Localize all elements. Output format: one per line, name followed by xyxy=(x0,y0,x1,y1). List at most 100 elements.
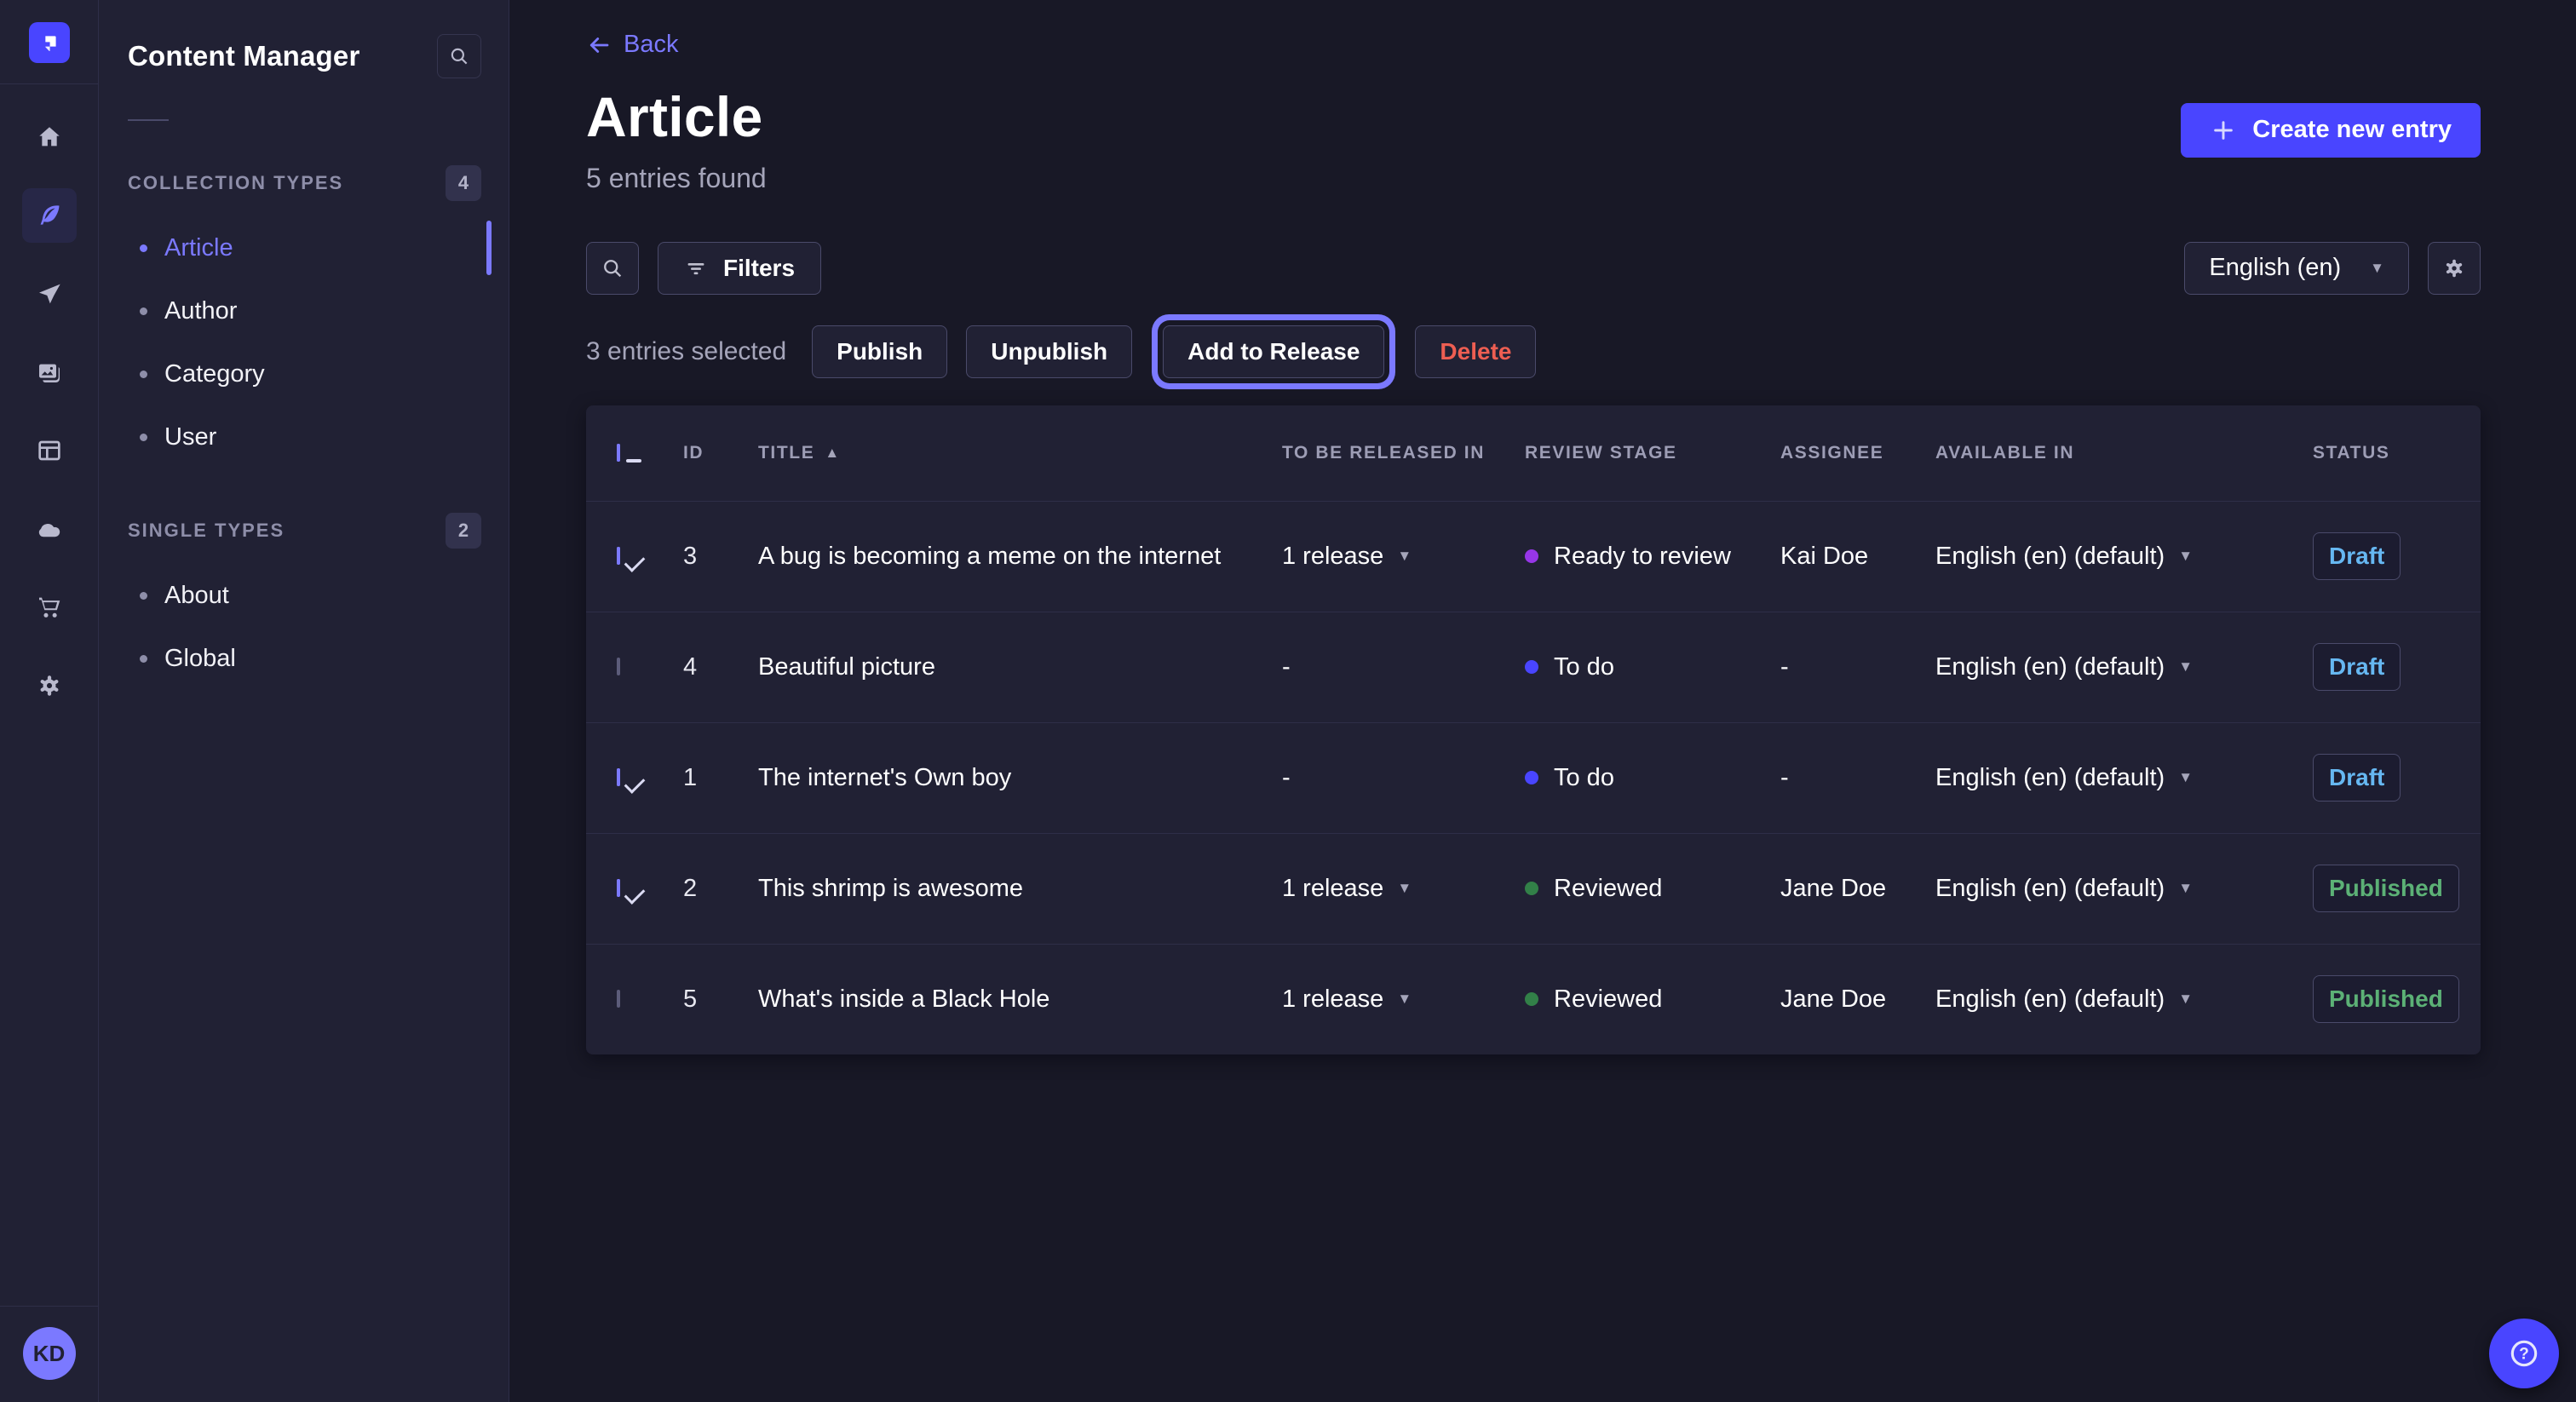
locale-select[interactable]: English (en) ▼ xyxy=(2184,242,2409,295)
table-row[interactable]: 4 Beautiful picture - To do - English (e… xyxy=(586,612,2481,722)
subnav-item-about[interactable]: About xyxy=(128,564,481,627)
table-row[interactable]: 2 This shrimp is awesome 1 release▼ Revi… xyxy=(586,833,2481,944)
caret-down-icon: ▼ xyxy=(1397,991,1412,1008)
available-in-dropdown[interactable]: English (en) (default)▼ xyxy=(1935,985,2313,1014)
table-row[interactable]: 5 What's inside a Black Hole 1 release▼ … xyxy=(586,944,2481,1054)
cell-review-stage: Reviewed xyxy=(1525,985,1780,1014)
cloud-icon[interactable] xyxy=(22,502,77,556)
media-images-icon[interactable] xyxy=(22,345,77,399)
logo-section xyxy=(0,0,98,84)
caret-down-icon: ▼ xyxy=(2178,991,2193,1008)
page-title: Article xyxy=(586,84,767,149)
caret-down-icon: ▼ xyxy=(2178,769,2193,786)
cell-title: A bug is becoming a meme on the internet xyxy=(758,543,1282,571)
table-row[interactable]: 1 The internet's Own boy - To do - Engli… xyxy=(586,722,2481,833)
cell-release: - xyxy=(1282,764,1525,792)
column-header-status: STATUS xyxy=(2313,443,2481,463)
search-button[interactable] xyxy=(586,242,639,295)
bullet-icon xyxy=(140,371,147,378)
gear-icon xyxy=(2442,256,2466,280)
add-to-release-button[interactable]: Add to Release xyxy=(1163,325,1384,378)
sidebar-divider xyxy=(0,1306,98,1307)
row-checkbox[interactable] xyxy=(617,768,620,786)
subnav-divider xyxy=(128,119,169,121)
column-header-id: ID xyxy=(683,443,758,463)
gear-icon[interactable] xyxy=(22,658,77,713)
user-avatar[interactable]: KD xyxy=(23,1327,76,1380)
stage-dot-icon xyxy=(1525,660,1538,674)
cell-review-stage: Reviewed xyxy=(1525,875,1780,903)
subnav-search-button[interactable] xyxy=(437,34,481,78)
stage-dot-icon xyxy=(1525,771,1538,784)
plus-icon xyxy=(2210,117,2237,144)
cart-icon[interactable] xyxy=(22,580,77,635)
collection-types-section: COLLECTION TYPES 4 Article Author Catego… xyxy=(128,165,481,468)
view-settings-button[interactable] xyxy=(2428,242,2481,295)
release-dropdown[interactable]: 1 release▼ xyxy=(1282,875,1525,903)
available-in-dropdown[interactable]: English (en) (default)▼ xyxy=(1935,543,2313,571)
filters-button[interactable]: Filters xyxy=(658,242,821,295)
caret-down-icon: ▼ xyxy=(2178,880,2193,897)
home-icon[interactable] xyxy=(22,110,77,164)
layout-icon[interactable] xyxy=(22,423,77,478)
available-in-dropdown[interactable]: English (en) (default)▼ xyxy=(1935,653,2313,681)
subnav-item-user[interactable]: User xyxy=(128,405,481,468)
filter-icon xyxy=(684,256,708,280)
search-icon xyxy=(448,45,470,67)
cell-id: 3 xyxy=(683,543,758,571)
delete-button[interactable]: Delete xyxy=(1415,325,1536,378)
collection-types-count-badge: 4 xyxy=(446,165,481,201)
caret-down-icon: ▼ xyxy=(1397,548,1412,565)
content-manager-subnav: Content Manager COLLECTION TYPES 4 Artic… xyxy=(99,0,509,1402)
section-label-collection-types: COLLECTION TYPES xyxy=(128,172,343,194)
stage-dot-icon xyxy=(1525,882,1538,895)
help-button[interactable]: ? xyxy=(2489,1319,2559,1388)
subnav-item-author[interactable]: Author xyxy=(128,279,481,342)
stage-dot-icon xyxy=(1525,549,1538,563)
cell-assignee: - xyxy=(1780,653,1935,681)
caret-down-icon: ▼ xyxy=(2178,658,2193,675)
question-mark-icon: ? xyxy=(2507,1336,2541,1370)
available-in-dropdown[interactable]: English (en) (default)▼ xyxy=(1935,764,2313,792)
cell-assignee: - xyxy=(1780,764,1935,792)
entries-count: 5 entries found xyxy=(586,163,767,194)
icon-sidebar: KD xyxy=(0,0,99,1402)
strapi-logo[interactable] xyxy=(29,22,70,63)
table-row[interactable]: 3 A bug is becoming a meme on the intern… xyxy=(586,501,2481,612)
publish-button[interactable]: Publish xyxy=(812,325,947,378)
stage-dot-icon xyxy=(1525,992,1538,1006)
single-types-section: SINGLE TYPES 2 About Global xyxy=(128,513,481,690)
entries-table: ID TITLE ▲ TO BE RELEASED IN REVIEW STAG… xyxy=(586,405,2481,1054)
strapi-logo-icon xyxy=(37,31,61,55)
create-new-entry-button[interactable]: Create new entry xyxy=(2181,103,2481,158)
subnav-item-global[interactable]: Global xyxy=(128,627,481,690)
feather-content-icon[interactable] xyxy=(22,188,77,243)
row-checkbox[interactable] xyxy=(617,879,620,897)
release-dropdown[interactable]: 1 release▼ xyxy=(1282,543,1525,571)
paper-plane-icon[interactable] xyxy=(22,267,77,321)
page-heading: Article 5 entries found xyxy=(586,84,767,194)
column-header-review-stage: REVIEW STAGE xyxy=(1525,443,1780,463)
bullet-icon xyxy=(140,655,147,663)
caret-down-icon: ▼ xyxy=(2370,260,2384,277)
unpublish-button[interactable]: Unpublish xyxy=(966,325,1132,378)
bullet-icon xyxy=(140,592,147,600)
row-checkbox[interactable] xyxy=(617,990,620,1008)
row-checkbox[interactable] xyxy=(617,658,620,675)
subnav-item-article[interactable]: Article xyxy=(128,216,481,279)
back-link[interactable]: Back xyxy=(586,31,678,59)
column-header-title[interactable]: TITLE ▲ xyxy=(758,443,1282,463)
cell-title: This shrimp is awesome xyxy=(758,875,1282,903)
sidebar-bottom: KD xyxy=(0,1306,98,1402)
release-dropdown[interactable]: 1 release▼ xyxy=(1282,985,1525,1014)
select-all-checkbox[interactable] xyxy=(617,444,620,462)
caret-down-icon: ▼ xyxy=(2178,548,2193,565)
cell-id: 5 xyxy=(683,985,758,1014)
subnav-item-category[interactable]: Category xyxy=(128,342,481,405)
cell-title: Beautiful picture xyxy=(758,653,1282,681)
row-checkbox[interactable] xyxy=(617,547,620,565)
primary-icon-nav xyxy=(22,110,77,737)
cell-id: 4 xyxy=(683,653,758,681)
arrow-left-icon xyxy=(586,32,612,58)
available-in-dropdown[interactable]: English (en) (default)▼ xyxy=(1935,875,2313,903)
